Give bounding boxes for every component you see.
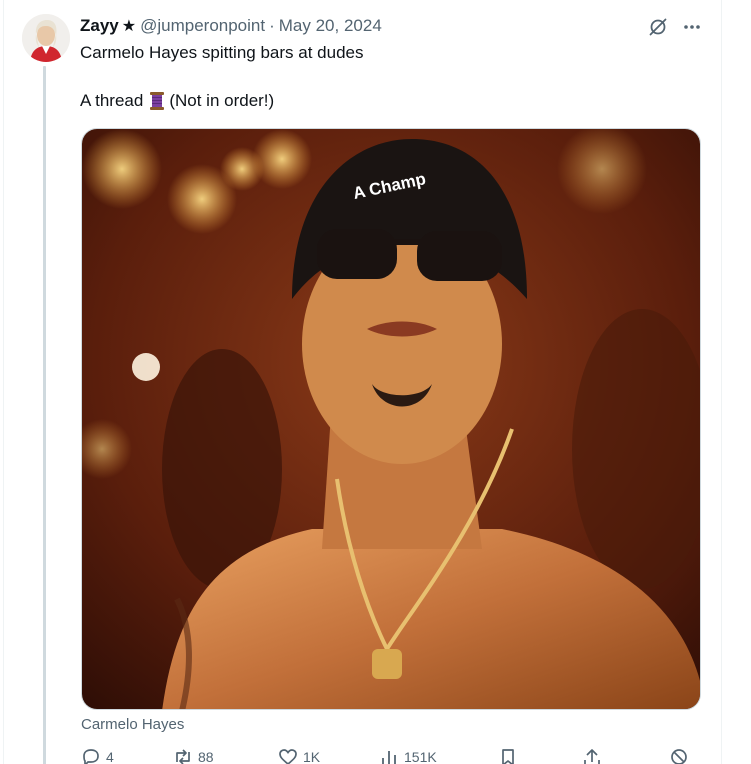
header-separator: ·	[269, 16, 275, 35]
grok-icon	[649, 18, 667, 36]
reply-button[interactable]: 4	[80, 746, 114, 764]
avatar-image	[22, 14, 70, 62]
thread-connector-line	[43, 66, 46, 764]
repost-icon	[176, 749, 190, 764]
avatar[interactable]	[22, 14, 70, 62]
more-options-button[interactable]	[679, 14, 705, 40]
media-caption: Carmelo Hayes	[81, 716, 185, 733]
share-button[interactable]	[581, 746, 603, 764]
tweet-media-photo[interactable]: A Champ	[81, 128, 701, 710]
reply-icon	[83, 749, 99, 764]
bookmark-icon	[502, 749, 514, 764]
repost-count: 88	[198, 749, 214, 764]
like-button[interactable]: 1K	[277, 746, 320, 764]
photo-image: A Champ	[82, 129, 700, 709]
bookmark-button[interactable]	[497, 746, 519, 764]
reply-count: 4	[106, 749, 114, 764]
share-icon	[584, 749, 600, 764]
views-button[interactable]: 151K	[378, 746, 437, 764]
column-border-left	[3, 0, 4, 764]
tweet-header: Zayy ★ @jumperonpoint · May 20, 2024	[80, 14, 382, 38]
block-icon	[671, 749, 687, 764]
more-icon	[684, 25, 700, 29]
views-count: 151K	[404, 749, 437, 764]
not-interested-button[interactable]	[668, 746, 690, 764]
views-icon	[382, 751, 396, 764]
action-bar: 4 88 1K 151K	[80, 746, 700, 764]
column-border-right	[721, 0, 722, 764]
grok-button[interactable]	[645, 14, 671, 40]
tweet-text-line-1: Carmelo Hayes spitting bars at dudes	[80, 43, 364, 62]
tweet-date[interactable]: May 20, 2024	[279, 16, 382, 36]
tweet-text-line-2: A thread (Not in order!)	[80, 90, 274, 112]
heart-icon	[279, 749, 297, 764]
tweet-text-prefix: A thread	[80, 91, 144, 110]
repost-button[interactable]: 88	[172, 746, 214, 764]
tweet-text-suffix: (Not in order!)	[169, 91, 275, 110]
tweet-page: Zayy ★ @jumperonpoint · May 20, 2024 Car…	[0, 0, 751, 764]
author-display-name[interactable]: Zayy	[80, 16, 119, 36]
thread-spool-icon	[150, 92, 165, 110]
author-handle[interactable]: @jumperonpoint	[140, 16, 265, 36]
star-badge-icon: ★	[121, 18, 137, 35]
like-count: 1K	[303, 749, 321, 764]
